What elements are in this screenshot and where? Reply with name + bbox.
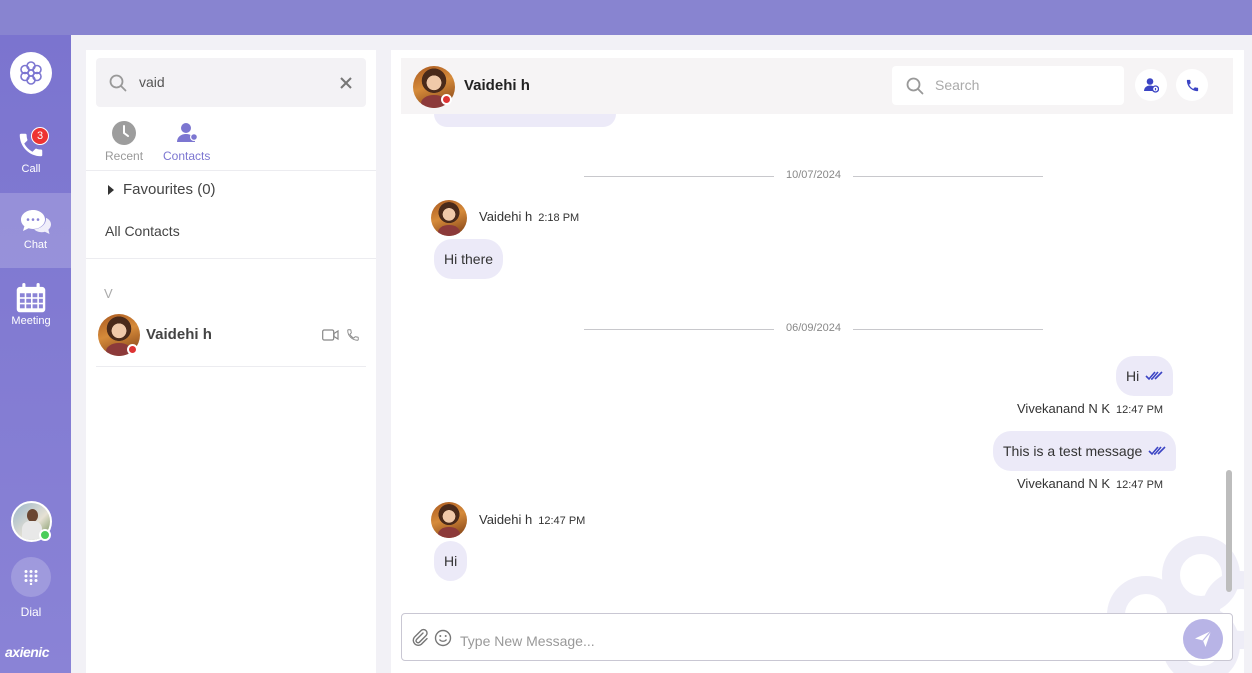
message-bubble-out[interactable]: Hi	[1116, 356, 1174, 396]
chat-icon	[20, 210, 51, 234]
tab-recent[interactable]: Recent	[105, 120, 143, 163]
chat-contact-name: Vaidehi h	[464, 77, 530, 94]
tab-contacts[interactable]: Contacts	[163, 120, 210, 163]
date-separator: 06/09/2024	[584, 322, 1043, 336]
message-time: 12:47 PM	[1116, 404, 1164, 416]
message-meta: Vivekanand N K 12:47 PM	[1017, 401, 1163, 416]
video-call-icon[interactable]	[322, 329, 339, 341]
call-count-badge: 3	[31, 127, 49, 145]
divider	[86, 258, 376, 259]
message-text: Hi	[444, 553, 458, 569]
message-text: This is a test message	[1003, 443, 1143, 459]
contact-search[interactable]: vaid	[96, 58, 366, 107]
calendar-icon	[16, 282, 46, 313]
contact-info-button[interactable]	[1135, 69, 1167, 101]
nav-call[interactable]: Call	[0, 130, 62, 202]
search-icon	[109, 74, 127, 92]
nav-chat[interactable]: Chat	[0, 193, 71, 268]
user-info-icon	[1144, 78, 1159, 93]
message-text: Hi	[1126, 368, 1140, 384]
send-icon	[1195, 630, 1212, 647]
chat-search-input[interactable]: Search	[935, 77, 979, 93]
contact-name: Vaidehi h	[146, 326, 212, 343]
divider	[86, 170, 376, 171]
tab-contacts-label: Contacts	[163, 149, 211, 163]
message-bubble	[434, 114, 616, 127]
sender-name: Vaidehi h	[479, 512, 533, 527]
message-input[interactable]: Type New Message...	[460, 633, 595, 649]
contact-search-input[interactable]: vaid	[139, 74, 165, 90]
attachment-icon[interactable]	[410, 628, 430, 648]
phone-icon	[1186, 79, 1198, 91]
call-button[interactable]	[1176, 69, 1208, 101]
date-label: 06/09/2024	[785, 322, 842, 334]
nav-chat-label: Chat	[23, 239, 48, 251]
message-composer[interactable]: Type New Message...	[401, 613, 1233, 661]
chat-scrollbar[interactable]	[1226, 470, 1232, 592]
message-text: Hi there	[444, 251, 494, 267]
dial-label: Dial	[20, 605, 42, 619]
message-time: 2:18 PM	[538, 212, 580, 224]
chat-panel: Vaidehi h Search 10/07/2024 Vaidehi h 2:…	[391, 50, 1244, 673]
sender-name: Vaidehi h	[479, 209, 533, 224]
caret-right-icon	[108, 184, 114, 195]
chat-search[interactable]: Search	[892, 66, 1124, 105]
message-bubble-out[interactable]: This is a test message	[993, 431, 1177, 471]
nav-meeting[interactable]: Meeting	[0, 279, 62, 351]
read-receipt-icon	[1145, 371, 1163, 381]
message-bubble-in[interactable]: Hi there	[434, 239, 504, 279]
side-nav: Call 3 Chat Meeting Dial axienic	[0, 35, 71, 673]
send-button[interactable]	[1183, 619, 1223, 659]
sender-avatar	[431, 200, 467, 236]
date-separator: 10/07/2024	[584, 169, 1043, 183]
chat-header: Vaidehi h Search	[401, 58, 1233, 114]
dialpad-icon	[24, 570, 38, 585]
search-icon	[906, 77, 924, 95]
read-receipt-icon	[1148, 446, 1166, 456]
nav-call-label: Call	[21, 163, 41, 175]
contacts-panel: vaid Recent Contacts Favourites (0) All …	[86, 50, 376, 673]
message-time: 12:47 PM	[1116, 479, 1164, 491]
sender-name: Vivekanand N K	[1017, 476, 1110, 491]
sender-name: Vivekanand N K	[1017, 401, 1110, 416]
message-meta: Vivekanand N K 12:47 PM	[1017, 476, 1163, 491]
tab-recent-label: Recent	[105, 149, 144, 163]
phone-icon[interactable]	[346, 328, 360, 342]
message-time: 12:47 PM	[538, 515, 586, 527]
date-label: 10/07/2024	[785, 169, 842, 181]
sender-avatar	[431, 502, 467, 538]
busy-status-dot	[127, 344, 138, 355]
online-status-dot	[39, 529, 51, 541]
clock-icon	[112, 121, 137, 145]
brand-logo: axienic	[5, 644, 49, 660]
message-bubble-in[interactable]: Hi	[434, 541, 468, 581]
busy-status-dot	[441, 94, 452, 105]
logo-icon	[20, 61, 42, 85]
dialpad-button[interactable]	[11, 557, 51, 597]
favourites-label: Favourites (0)	[123, 181, 216, 198]
nav-meeting-label: Meeting	[11, 315, 51, 327]
emoji-icon[interactable]	[434, 629, 452, 647]
message-meta: Vaidehi h 12:47 PM	[479, 512, 585, 527]
contacts-icon	[176, 123, 198, 142]
clear-search-icon[interactable]	[339, 76, 353, 90]
group-letter: V	[104, 286, 113, 301]
app-logo[interactable]	[10, 52, 52, 94]
top-bar	[0, 0, 1252, 35]
favourites-toggle[interactable]: Favourites (0)	[108, 181, 216, 198]
message-meta: Vaidehi h 2:18 PM	[479, 209, 579, 224]
all-contacts-label[interactable]: All Contacts	[105, 223, 180, 239]
contact-row[interactable]: Vaidehi h	[96, 312, 366, 367]
